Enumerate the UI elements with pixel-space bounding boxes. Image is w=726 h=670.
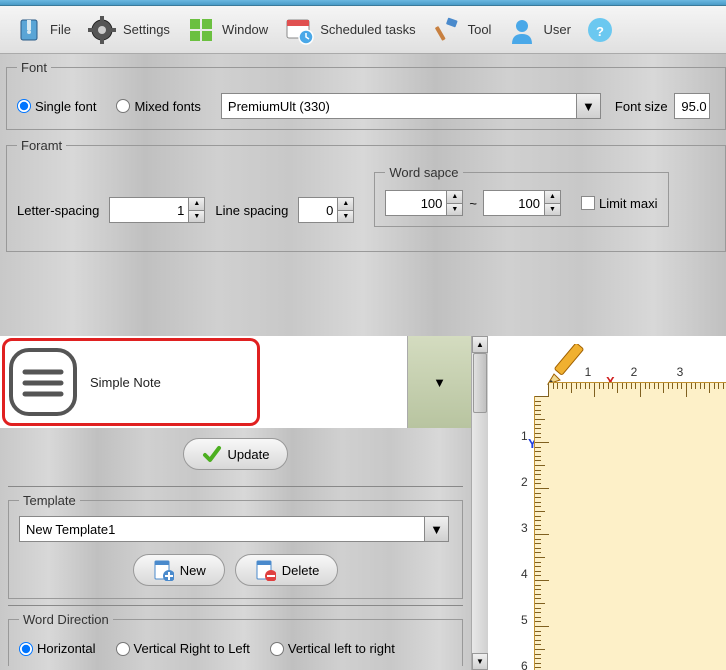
limit-max-label: Limit maxi (599, 196, 658, 211)
font-group: Font Single font Mixed fonts ▼ Font size (6, 60, 726, 130)
single-font-radio[interactable]: Single font (17, 99, 96, 114)
scroll-thumb[interactable] (473, 353, 487, 413)
horizontal-label: Horizontal (37, 641, 96, 656)
ruler-v-num: 1 (521, 429, 528, 443)
mixed-fonts-radio[interactable]: Mixed fonts (116, 99, 200, 114)
ruler-h-num: 3 (677, 365, 684, 379)
help-icon[interactable]: ? (585, 15, 615, 45)
letter-spacing-up[interactable]: ▲ (189, 197, 205, 210)
font-size-input[interactable] (674, 93, 710, 119)
svg-text:?: ? (596, 24, 604, 39)
font-dropdown-button[interactable]: ▼ (577, 93, 601, 119)
file-menu[interactable]: File (8, 13, 77, 47)
delete-template-button[interactable]: Delete (235, 554, 339, 586)
tool-label: Tool (468, 22, 492, 37)
ruler-h-num: 2 (631, 365, 638, 379)
scheduled-label: Scheduled tasks (320, 22, 415, 37)
canvas-area: X Y 123 123456 (488, 336, 726, 670)
font-legend: Font (17, 60, 51, 75)
settings-label: Settings (123, 22, 170, 37)
scheduled-menu[interactable]: Scheduled tasks (278, 13, 421, 47)
ws-max-up[interactable]: ▲ (545, 190, 561, 203)
ruler-v-num: 5 (521, 613, 528, 627)
letter-spacing-label: Letter-spacing (17, 203, 99, 218)
divider-2 (8, 605, 463, 606)
template-dropdown-button[interactable]: ▼ (425, 516, 449, 542)
divider (8, 486, 463, 487)
main-toolbar: File Settings Window Scheduled tasks Too… (0, 6, 726, 54)
template-group: Template ▼ New Delete (8, 493, 463, 599)
note-type-label: Simple Note (86, 336, 407, 428)
ws-min-up[interactable]: ▲ (447, 190, 463, 203)
hammer-icon (432, 15, 462, 45)
note-type-selector[interactable]: Simple Note ▼ (0, 336, 471, 428)
mixed-fonts-label: Mixed fonts (134, 99, 200, 114)
ws-max-down[interactable]: ▼ (545, 203, 561, 217)
ruler-v-num: 6 (521, 659, 528, 670)
format-group: Foramt Letter-spacing ▲▼ Line spacing ▲▼… (6, 138, 726, 252)
line-spacing-up[interactable]: ▲ (338, 197, 354, 210)
font-name-input[interactable] (221, 93, 577, 119)
settings-panel: Font Single font Mixed fonts ▼ Font size… (0, 54, 726, 336)
vrtl-label: Vertical Right to Left (134, 641, 250, 656)
template-name-input[interactable] (19, 516, 425, 542)
update-button[interactable]: Update (183, 438, 289, 470)
window-menu[interactable]: Window (180, 13, 274, 47)
settings-menu[interactable]: Settings (81, 13, 176, 47)
gear-icon (87, 15, 117, 45)
letter-spacing-input[interactable] (109, 197, 189, 223)
tool-menu[interactable]: Tool (426, 13, 498, 47)
word-direction-legend: Word Direction (19, 612, 113, 627)
windows-icon (186, 15, 216, 45)
delete-label: Delete (282, 563, 320, 578)
note-type-dropdown[interactable]: ▼ (407, 336, 471, 428)
format-legend: Foramt (17, 138, 66, 153)
word-space-legend: Word sapce (385, 165, 462, 180)
vltr-label: Vertical left to right (288, 641, 395, 656)
line-spacing-label: Line spacing (215, 203, 288, 218)
user-menu[interactable]: User (501, 13, 576, 47)
word-space-min-input[interactable] (385, 190, 447, 216)
line-spacing-down[interactable]: ▼ (338, 210, 354, 224)
user-icon (507, 15, 537, 45)
user-label: User (543, 22, 570, 37)
scroll-down-button[interactable]: ▼ (472, 653, 488, 670)
ruler-v-num: 4 (521, 567, 528, 581)
single-font-label: Single font (35, 99, 96, 114)
left-scrollbar[interactable]: ▲ ▼ (471, 336, 488, 670)
ruler-v-num: 2 (521, 475, 528, 489)
line-spacing-input[interactable] (298, 197, 338, 223)
lines-icon (0, 336, 86, 428)
page-canvas[interactable] (548, 396, 726, 670)
ruler-horizontal: 123 (548, 382, 726, 406)
limit-max-checkbox[interactable]: Limit maxi (581, 196, 658, 211)
zip-icon (14, 15, 44, 45)
word-direction-group: Word Direction Horizontal Vertical Right… (8, 612, 463, 666)
word-space-max-input[interactable] (483, 190, 545, 216)
file-label: File (50, 22, 71, 37)
calendar-clock-icon (284, 15, 314, 45)
left-panel: Simple Note ▼ Update Template ▼ (0, 336, 488, 670)
vertical-ltr-radio[interactable]: Vertical left to right (270, 641, 395, 656)
vertical-rtl-radio[interactable]: Vertical Right to Left (116, 641, 250, 656)
ws-min-down[interactable]: ▼ (447, 203, 463, 217)
window-label: Window (222, 22, 268, 37)
horizontal-radio[interactable]: Horizontal (19, 641, 96, 656)
update-label: Update (228, 447, 270, 462)
ruler-vertical: 123456 (534, 396, 558, 670)
scroll-up-button[interactable]: ▲ (472, 336, 488, 353)
new-template-button[interactable]: New (133, 554, 225, 586)
template-legend: Template (19, 493, 80, 508)
ruler-h-num: 1 (585, 365, 592, 379)
ws-sep: ~ (469, 196, 477, 211)
new-label: New (180, 563, 206, 578)
ruler-v-num: 3 (521, 521, 528, 535)
letter-spacing-down[interactable]: ▼ (189, 210, 205, 224)
font-size-label: Font size (615, 99, 668, 114)
